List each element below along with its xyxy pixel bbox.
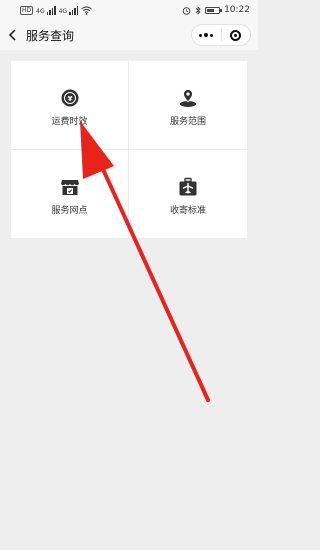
service-label-coverage: 服务范围: [169, 117, 206, 128]
service-grid: ¥ 运费时效 服务范围 服务网点 收寄标准: [11, 61, 247, 238]
page-title: 服务查询: [26, 28, 75, 43]
service-coverage[interactable]: 服务范围: [129, 61, 247, 150]
service-label-mailing-standards: 收寄标准: [169, 206, 206, 217]
svg-text:¥: ¥: [67, 95, 72, 103]
nav-bar: 服务查询: [0, 20, 258, 50]
service-outlets[interactable]: 服务网点: [11, 149, 129, 238]
service-mailing-standards[interactable]: 收寄标准: [129, 150, 247, 239]
status-bar: HD 4G 4G 10:22: [0, 0, 258, 20]
back-button[interactable]: [0, 20, 26, 50]
network-type-2: 4G: [58, 7, 68, 15]
wifi-icon: [81, 6, 92, 15]
more-button[interactable]: [192, 25, 221, 45]
service-label-outlets: 服务网点: [51, 206, 88, 217]
target-close-icon: [230, 29, 242, 41]
mini-program-capsule: [191, 24, 251, 46]
clock-money-icon: ¥: [61, 89, 78, 107]
signal-icon-2: 4G: [58, 5, 79, 15]
hd-badge: HD: [20, 5, 34, 15]
signal-icon: 4G: [36, 5, 56, 15]
chevron-left-icon: [8, 29, 16, 41]
service-label-freight-time: 运费时效: [51, 117, 88, 128]
status-left: HD 4G 4G: [20, 5, 92, 15]
plane-package-icon: [179, 178, 197, 196]
more-dots-icon: [199, 33, 214, 37]
close-miniprogram-button[interactable]: [222, 25, 251, 45]
battery-icon: [205, 6, 223, 14]
status-right: 10:22: [182, 5, 250, 15]
store-icon: [60, 180, 79, 196]
status-time: 10:22: [224, 5, 250, 15]
network-type-1: 4G: [36, 7, 45, 15]
service-freight-time[interactable]: ¥ 运费时效: [11, 61, 129, 150]
location-pin-icon: [180, 89, 196, 108]
bluetooth-icon: [195, 5, 201, 15]
alarm-icon: [182, 6, 191, 15]
